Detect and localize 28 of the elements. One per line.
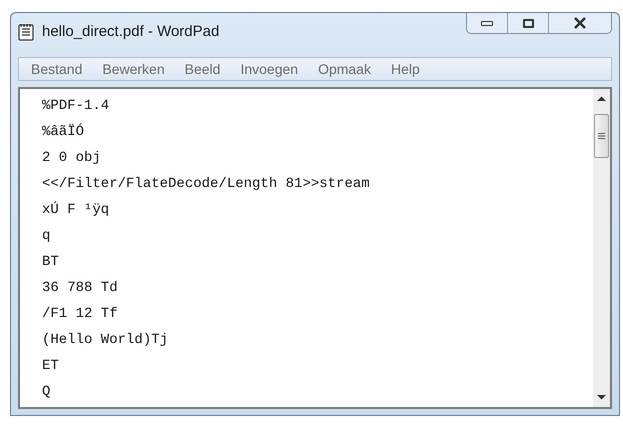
code-line: Q [42,383,50,402]
code-line: q [42,227,50,246]
code-line: <</Filter/FlateDecode/Length 81>>stream [42,175,370,194]
minimize-icon [481,20,493,26]
menu-item[interactable]: Invoegen [240,58,298,80]
maximize-icon [522,18,534,28]
menu-item[interactable]: Bestand [31,58,82,80]
notepad-icon [18,23,34,41]
menu-item[interactable]: Beeld [184,58,220,80]
code-line: ET [42,357,59,376]
code-line: 36 788 Td [42,279,118,298]
vertical-scrollbar[interactable] [593,89,610,407]
code-line: %PDF-1.4 [42,97,110,116]
code-line: (Hello World)Tj [42,331,168,350]
code-line: BT [42,253,59,272]
menu-item[interactable]: Help [390,58,420,80]
scroll-up-icon[interactable] [597,96,606,102]
code-line: %âãÏÓ [42,122,84,142]
code-line: 2 0 obj [42,149,101,168]
scroll-down-icon[interactable] [597,394,606,400]
scroll-thumb[interactable] [594,114,609,158]
window-title: hello_direct.pdf - WordPad [42,22,220,42]
menu-item[interactable]: Bewerken [102,58,165,80]
close-icon [573,17,587,29]
code-line: xÚ F ¹ÿq [42,200,110,220]
menu-item[interactable]: Opmaak [318,58,371,80]
code-line: /F1 12 Tf [42,305,118,324]
grip-icon [598,133,605,139]
